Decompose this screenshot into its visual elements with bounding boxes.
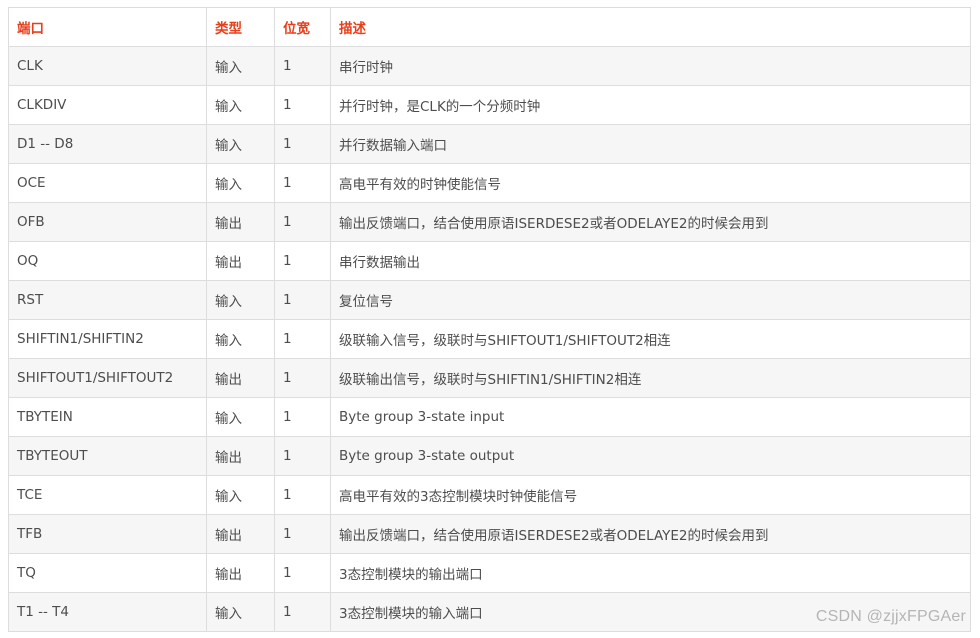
cell-port: TQ	[8, 553, 207, 593]
cell-width: 1	[274, 514, 331, 554]
cell-width: 1	[274, 475, 331, 515]
cell-port: TCE	[8, 475, 207, 515]
cell-port: SHIFTIN1/SHIFTIN2	[8, 319, 207, 359]
cell-width: 1	[274, 358, 331, 398]
cell-width: 1	[274, 592, 331, 632]
cell-description: 级联输入信号，级联时与SHIFTOUT1/SHIFTOUT2相连	[330, 319, 971, 359]
csdn-watermark: CSDN @zjjxFPGAer	[815, 608, 966, 625]
cell-port: TFB	[8, 514, 207, 554]
cell-port: OQ	[8, 241, 207, 281]
cell-type: 输出	[206, 553, 275, 593]
port-table-container: 端口 类型 位宽 描述 CLK 输入 1 串行时钟 CLKDIV 输入 1 并行…	[8, 7, 971, 632]
cell-description: 高电平有效的时钟使能信号	[330, 163, 971, 203]
table-row: RST 输入 1 复位信号	[8, 280, 971, 320]
cell-description: 级联输出信号，级联时与SHIFTIN1/SHIFTIN2相连	[330, 358, 971, 398]
cell-description: 并行时钟，是CLK的一个分频时钟	[330, 85, 971, 125]
cell-width: 1	[274, 163, 331, 203]
header-width: 位宽	[274, 7, 331, 47]
cell-width: 1	[274, 397, 331, 437]
cell-port: TBYTEIN	[8, 397, 207, 437]
cell-type: 输出	[206, 241, 275, 281]
cell-port: SHIFTOUT1/SHIFTOUT2	[8, 358, 207, 398]
cell-type: 输入	[206, 592, 275, 632]
cell-type: 输入	[206, 124, 275, 164]
table-row: CLKDIV 输入 1 并行时钟，是CLK的一个分频时钟	[8, 85, 971, 125]
header-port: 端口	[8, 7, 207, 47]
cell-width: 1	[274, 46, 331, 86]
header-description: 描述	[330, 7, 971, 47]
cell-width: 1	[274, 202, 331, 242]
table-row: TBYTEIN 输入 1 Byte group 3-state input	[8, 397, 971, 437]
cell-type: 输出	[206, 358, 275, 398]
table-row: TFB 输出 1 输出反馈端口，结合使用原语ISERDESE2或者ODELAYE…	[8, 514, 971, 554]
table-row: SHIFTOUT1/SHIFTOUT2 输出 1 级联输出信号，级联时与SHIF…	[8, 358, 971, 398]
cell-port: CLKDIV	[8, 85, 207, 125]
table-row: TBYTEOUT 输出 1 Byte group 3-state output	[8, 436, 971, 476]
cell-type: 输出	[206, 514, 275, 554]
table-row: SHIFTIN1/SHIFTIN2 输入 1 级联输入信号，级联时与SHIFTO…	[8, 319, 971, 359]
cell-type: 输出	[206, 436, 275, 476]
cell-port: OCE	[8, 163, 207, 203]
cell-type: 输入	[206, 475, 275, 515]
cell-port: CLK	[8, 46, 207, 86]
cell-description: 串行时钟	[330, 46, 971, 86]
cell-description: Byte group 3-state input	[330, 397, 971, 437]
cell-type: 输入	[206, 280, 275, 320]
cell-width: 1	[274, 85, 331, 125]
table-row: TQ 输出 1 3态控制模块的输出端口	[8, 553, 971, 593]
cell-description: 高电平有效的3态控制模块时钟使能信号	[330, 475, 971, 515]
header-type: 类型	[206, 7, 275, 47]
cell-width: 1	[274, 553, 331, 593]
cell-type: 输出	[206, 202, 275, 242]
table-row: OFB 输出 1 输出反馈端口，结合使用原语ISERDESE2或者ODELAYE…	[8, 202, 971, 242]
cell-width: 1	[274, 436, 331, 476]
port-table: 端口 类型 位宽 描述 CLK 输入 1 串行时钟 CLKDIV 输入 1 并行…	[8, 7, 971, 632]
cell-type: 输入	[206, 85, 275, 125]
cell-width: 1	[274, 124, 331, 164]
cell-type: 输入	[206, 397, 275, 437]
cell-description: 串行数据输出	[330, 241, 971, 281]
cell-description: 输出反馈端口，结合使用原语ISERDESE2或者ODELAYE2的时候会用到	[330, 514, 971, 554]
cell-port: T1 -- T4	[8, 592, 207, 632]
cell-type: 输入	[206, 319, 275, 359]
cell-description: Byte group 3-state output	[330, 436, 971, 476]
table-row: D1 -- D8 输入 1 并行数据输入端口	[8, 124, 971, 164]
table-row: OCE 输入 1 高电平有效的时钟使能信号	[8, 163, 971, 203]
cell-description: 并行数据输入端口	[330, 124, 971, 164]
cell-type: 输入	[206, 46, 275, 86]
cell-port: TBYTEOUT	[8, 436, 207, 476]
cell-port: D1 -- D8	[8, 124, 207, 164]
cell-port: OFB	[8, 202, 207, 242]
cell-width: 1	[274, 241, 331, 281]
cell-type: 输入	[206, 163, 275, 203]
table-row: OQ 输出 1 串行数据输出	[8, 241, 971, 281]
cell-description: 3态控制模块的输出端口	[330, 553, 971, 593]
table-row: CLK 输入 1 串行时钟	[8, 46, 971, 86]
cell-width: 1	[274, 319, 331, 359]
cell-port: RST	[8, 280, 207, 320]
table-header-row: 端口 类型 位宽 描述	[8, 7, 971, 47]
cell-description: 复位信号	[330, 280, 971, 320]
table-row: TCE 输入 1 高电平有效的3态控制模块时钟使能信号	[8, 475, 971, 515]
cell-description: 输出反馈端口，结合使用原语ISERDESE2或者ODELAYE2的时候会用到	[330, 202, 971, 242]
cell-width: 1	[274, 280, 331, 320]
